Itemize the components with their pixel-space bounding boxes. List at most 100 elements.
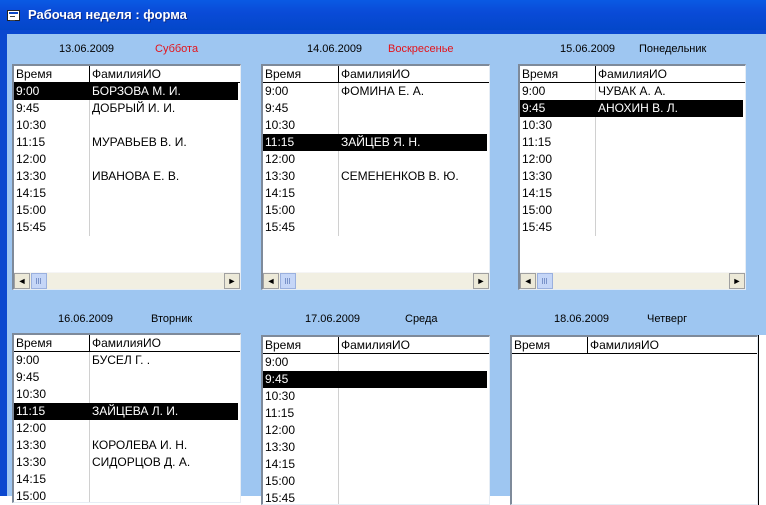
schedule-listbox[interactable]: Время ФамилияИО 9:00 БОРЗОВА М. И. 9:45 ДОБРЫ… [12, 64, 241, 290]
list-item[interactable]: 9:45 ДОБРЫЙ И. И. [14, 100, 240, 117]
listbox-column-header: Время ФамилияИО [263, 337, 489, 354]
appointment-time: 9:45 [265, 372, 289, 386]
list-item[interactable]: 15:00 [520, 202, 745, 219]
day-weekday-label: Вторник [151, 313, 193, 325]
list-item[interactable]: 15:45 [263, 219, 489, 236]
appointment-time: 14:15 [16, 472, 47, 486]
appointment-time: 12:00 [265, 423, 296, 437]
list-item[interactable]: 14:15 [263, 185, 489, 202]
horizontal-scrollbar[interactable]: ◄ ► [520, 272, 745, 289]
list-item[interactable]: 9:00 ЧУВАК А. А. [520, 83, 745, 100]
schedule-listbox[interactable]: Время ФамилияИО 9:00 ФОМИНА Е. А. 9:45 10:30 1… [261, 64, 490, 290]
list-item[interactable]: 12:00 [263, 422, 489, 439]
appointment-time: 9:45 [16, 101, 40, 115]
list-item[interactable]: 12:00 [263, 151, 489, 168]
patient-name: ИВАНОВА Е. В. [92, 169, 180, 183]
scroll-left-arrow-icon[interactable]: ◄ [14, 273, 30, 289]
list-item[interactable]: 14:15 [14, 471, 240, 488]
horizontal-scrollbar[interactable]: ◄ ► [14, 272, 240, 289]
list-item[interactable]: 9:45 [14, 369, 240, 386]
day-date-label: 16.06.2009 [58, 313, 114, 325]
listbox-column-header: Время ФамилияИО [512, 337, 757, 354]
schedule-listbox[interactable]: Время ФамилияИО 9:00 9:45 10:30 11:15 12:00 13:… [261, 335, 490, 505]
list-item[interactable]: 10:30 [520, 117, 745, 134]
column-header-name: ФамилияИО [92, 336, 161, 350]
list-item-selected[interactable]: 9:00 БОРЗОВА М. И. [14, 83, 238, 100]
schedule-listbox[interactable]: Время ФамилияИО 9:00 БУСЕЛ Г. . 9:45 10:30 11:… [12, 333, 241, 503]
day-date-label: 18.06.2009 [554, 313, 610, 325]
patient-name: ЧУВАК А. А. [598, 84, 666, 98]
list-item[interactable]: 13:30 КОРОЛЕВА И. Н. [14, 437, 240, 454]
column-header-time: Время [16, 67, 53, 81]
appointment-time: 13:30 [16, 438, 47, 452]
list-item[interactable]: 15:00 [263, 473, 489, 490]
list-item[interactable]: 12:00 [14, 151, 240, 168]
list-item[interactable]: 13:30 ИВАНОВА Е. В. [14, 168, 240, 185]
column-header-time: Время [265, 67, 302, 81]
list-item[interactable]: 11:15 МУРАВЬЕВ В. И. [14, 134, 240, 151]
appointment-time: 11:15 [522, 135, 552, 149]
list-item[interactable]: 12:00 [14, 420, 240, 437]
list-item[interactable]: 15:00 [14, 202, 240, 219]
patient-name: ЗАЙЦЕВА Л. И. [92, 404, 179, 418]
scroll-left-arrow-icon[interactable]: ◄ [520, 273, 536, 289]
horizontal-scrollbar[interactable]: ◄ ► [263, 272, 489, 289]
list-item[interactable]: 10:30 [263, 388, 489, 405]
appointment-time: 10:30 [265, 389, 296, 403]
appointment-time: 15:45 [16, 220, 47, 234]
listbox-column-header: Время ФамилияИО [520, 66, 745, 83]
list-item[interactable]: 9:00 [263, 354, 489, 371]
day-weekday-label: Суббота [155, 43, 199, 55]
scroll-left-arrow-icon[interactable]: ◄ [263, 273, 279, 289]
appointment-time: 11:15 [16, 135, 46, 149]
list-item[interactable]: 13:30 СИДОРЦОВ Д. А. [14, 454, 240, 471]
list-item[interactable]: 13:30 [520, 168, 745, 185]
scroll-right-arrow-icon[interactable]: ► [729, 273, 745, 289]
patient-name: ЗАЙЦЕВ Я. Н. [341, 135, 421, 149]
list-item[interactable]: 12:00 [520, 151, 745, 168]
scroll-thumb[interactable] [280, 273, 296, 289]
list-item-selected[interactable]: 11:15 ЗАЙЦЕВА Л. И. [14, 403, 238, 420]
appointment-time: 9:00 [265, 84, 289, 98]
list-item[interactable]: 15:00 [263, 202, 489, 219]
list-item[interactable]: 15:45 [14, 219, 240, 236]
patient-name: ДОБРЫЙ И. И. [92, 101, 176, 115]
scroll-thumb[interactable] [537, 273, 553, 289]
form-window-icon[interactable] [7, 10, 20, 21]
list-item[interactable]: 13:30 [263, 439, 489, 456]
list-item[interactable]: 15:45 [520, 219, 745, 236]
appointment-time: 12:00 [16, 152, 47, 166]
schedule-listbox[interactable]: Время ФамилияИО 9:00 ЧУВАК А. А. 9:45 АНОХИН … [518, 64, 746, 290]
scroll-right-arrow-icon[interactable]: ► [473, 273, 489, 289]
next-day-listbox-edge[interactable] [758, 335, 766, 505]
list-item[interactable]: 14:15 [520, 185, 745, 202]
appointment-time: 12:00 [522, 152, 553, 166]
appointment-time: 14:15 [522, 186, 553, 200]
list-item[interactable]: 11:15 [263, 405, 489, 422]
list-item[interactable]: 14:15 [263, 456, 489, 473]
appointment-time: 10:30 [522, 118, 553, 132]
list-item-selected[interactable]: 9:45 [263, 371, 487, 388]
list-item[interactable]: 9:00 БУСЕЛ Г. . [14, 352, 240, 369]
appointment-time: 9:00 [522, 84, 546, 98]
list-item-selected[interactable]: 9:45 АНОХИН В. Л. [520, 100, 743, 117]
list-item[interactable]: 11:15 [520, 134, 745, 151]
scroll-right-arrow-icon[interactable]: ► [224, 273, 240, 289]
list-item-selected[interactable]: 11:15 ЗАЙЦЕВ Я. Н. [263, 134, 487, 151]
list-item[interactable]: 10:30 [14, 386, 240, 403]
list-item[interactable]: 9:00 ФОМИНА Е. А. [263, 83, 489, 100]
list-item[interactable]: 15:45 [263, 490, 489, 504]
column-header-time: Время [514, 338, 551, 352]
list-item[interactable]: 13:30 СЕМЕНЕНКОВ В. Ю. [263, 168, 489, 185]
day-weekday-label: Среда [405, 313, 438, 325]
list-item[interactable]: 10:30 [14, 117, 240, 134]
list-item[interactable]: 14:15 [14, 185, 240, 202]
appointment-time: 11:15 [16, 404, 46, 418]
appointment-time: 10:30 [265, 118, 296, 132]
list-item[interactable]: 9:45 [263, 100, 489, 117]
title-bar[interactable]: Рабочая неделя : форма [0, 0, 766, 30]
list-item[interactable]: 10:30 [263, 117, 489, 134]
scroll-thumb[interactable] [31, 273, 47, 289]
column-header-time: Время [16, 336, 53, 350]
schedule-listbox[interactable]: Время ФамилияИО [510, 335, 758, 505]
